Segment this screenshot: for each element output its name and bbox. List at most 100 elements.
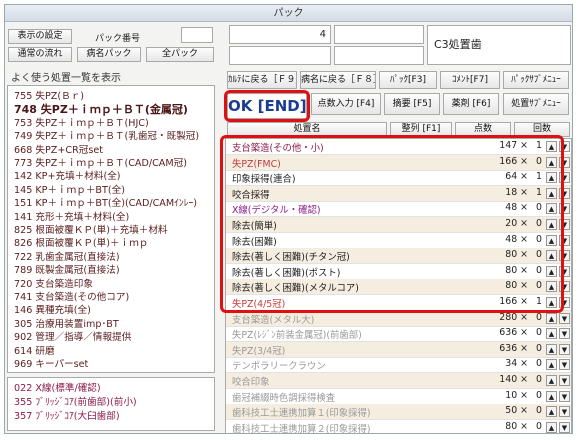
- table-row[interactable]: 歯冠補綴時色調採得検査 10 × 0 ▲ ▼: [226, 389, 571, 405]
- list-item[interactable]: 826 根面被覆ＫＰ(単)＋ｉｍｐ: [14, 235, 148, 249]
- table-row[interactable]: 失PZ(3/4冠) 636 × 0 ▲ ▼: [226, 341, 571, 358]
- list-item-code: 902: [14, 332, 36, 344]
- count-value[interactable]: 0: [532, 421, 542, 432]
- pack-submenu-button[interactable]: ﾊﾟｯｸｻﾌﾞﾒﾆｭｰ: [503, 71, 569, 89]
- decrement-button[interactable]: ▼: [559, 421, 570, 433]
- points-input-button[interactable]: 点数入力 [F4]: [311, 93, 381, 115]
- pack-number-input[interactable]: 4: [229, 25, 331, 44]
- treatment-name: 失PZ(3/4冠): [232, 345, 286, 357]
- decrement-button[interactable]: ▼: [559, 312, 570, 324]
- decrement-button[interactable]: ▼: [559, 390, 570, 402]
- list-item-name: 管理／指導／情報提供: [35, 332, 132, 344]
- list-item[interactable]: 789 既製金属冠(直接法): [14, 262, 120, 276]
- decrement-button[interactable]: ▼: [559, 328, 570, 340]
- increment-button[interactable]: ▲: [546, 375, 557, 386]
- list-header: よく使う処置一覧を表示: [11, 73, 121, 84]
- list-item[interactable]: 614 研磨: [14, 343, 55, 357]
- list-item-name: 既製金属冠(直接法): [35, 265, 120, 277]
- pack-number-label: パック番号: [95, 34, 141, 44]
- count-value[interactable]: 0: [532, 312, 542, 323]
- list-item-code: 722: [14, 251, 36, 263]
- pack-number-small-field[interactable]: [181, 27, 213, 43]
- back-to-chart-button[interactable]: ｶﾙﾃに戻る［Ｆ９］: [227, 71, 297, 89]
- normal-flow-button[interactable]: 通常の流れ: [8, 47, 72, 62]
- summary-f5-button[interactable]: 摘要 [F5]: [384, 93, 440, 115]
- table-row[interactable]: 歯科技工士連携加算２(印象採得) 80 × 0 ▲ ▼: [226, 420, 571, 433]
- pack-extra-field[interactable]: [229, 46, 331, 65]
- list-item[interactable]: 749 失PZ＋ｉｍｐ＋ＢＴ(乳歯冠・既製冠): [14, 128, 199, 142]
- pack-list-secondary: 022 X線(標準/確認) 355 ﾌﾞﾘｯｼﾞｺｱ(前歯部)(前小) 357 ﾌﾞ…: [7, 377, 215, 431]
- increment-button[interactable]: ▲: [546, 406, 557, 418]
- disease-pack-button[interactable]: 病名パック: [77, 47, 141, 62]
- table-row[interactable]: 失PZ(ﾚｼﾞﾝ前装金属冠)(前歯部) 636 × 0 ▲ ▼: [226, 326, 571, 343]
- pack-f3-button[interactable]: ﾊﾟｯｸ[F3]: [379, 71, 437, 89]
- increment-button[interactable]: ▲: [546, 421, 557, 433]
- decrement-button[interactable]: ▼: [559, 343, 570, 355]
- list-item[interactable]: 720 支台築造印象: [14, 276, 93, 290]
- list-item[interactable]: 146 異種充填(全): [14, 302, 91, 316]
- list-item-name: 失PZ＋ｉｍｐ＋ＢＴ(HJC): [35, 117, 149, 129]
- increment-button[interactable]: ▲: [546, 359, 557, 371]
- points-value: 636 ×: [499, 327, 528, 339]
- list-item-code: 146: [14, 305, 36, 317]
- table-row[interactable]: 咬合印象 140 × 0 ▲ ▼: [226, 373, 571, 389]
- points-value: 636 ×: [499, 342, 528, 354]
- list-item[interactable]: 755 失PZ(Ｂｒ): [14, 88, 84, 102]
- treatment-submenu-button[interactable]: 処置ｻﾌﾞﾒﾆｭｰ: [503, 93, 569, 115]
- list-item[interactable]: 355 ﾌﾞﾘｯｼﾞｺｱ(前歯部)(前小): [14, 394, 137, 408]
- decrement-button[interactable]: ▼: [559, 359, 570, 371]
- pack-code-field[interactable]: [334, 25, 424, 44]
- list-item[interactable]: 902 管理／指導／情報提供: [14, 329, 131, 343]
- back-to-disease-button[interactable]: 病名に戻る［Ｆ８］: [300, 71, 376, 89]
- increment-button[interactable]: ▲: [546, 312, 557, 324]
- count-value[interactable]: 0: [532, 343, 542, 354]
- comment-f7-button[interactable]: ｺﾒﾝﾄ[F7]: [440, 71, 500, 89]
- list-item[interactable]: 141 充形＋充填＋材料(全): [14, 209, 129, 223]
- list-item[interactable]: 741 支台築造(その他コア): [14, 289, 129, 303]
- list-item-code: 145: [14, 184, 36, 196]
- increment-button[interactable]: ▲: [546, 328, 557, 340]
- decrement-button[interactable]: ▼: [559, 406, 570, 418]
- increment-button[interactable]: ▲: [546, 390, 557, 402]
- list-item-code: 753: [14, 117, 36, 129]
- list-item[interactable]: 022 X線(標準/確認): [14, 380, 101, 394]
- count-value[interactable]: 0: [532, 358, 542, 369]
- list-item-name: KP+充填＋材料(全): [35, 171, 121, 183]
- list-item-code: 151: [14, 198, 36, 210]
- list-item[interactable]: 825 根面被覆ＫＰ(単)＋充填＋材料: [14, 222, 168, 236]
- drug-f6-button[interactable]: 薬剤 [F6]: [443, 93, 499, 115]
- count-value[interactable]: 0: [532, 374, 542, 385]
- decrement-button[interactable]: ▼: [559, 375, 570, 386]
- all-pack-button[interactable]: 全パック: [146, 47, 214, 62]
- table-row[interactable]: テンポラリークラウン 34 × 0 ▲ ▼: [226, 357, 571, 374]
- list-item[interactable]: 145 KP＋ｉｍｐ＋BT(全): [14, 182, 125, 196]
- list-item[interactable]: 722 乳歯金属冠(直接法): [14, 249, 120, 263]
- count-value[interactable]: 0: [532, 405, 542, 416]
- list-item-code: 614: [14, 345, 36, 357]
- count-value[interactable]: 0: [532, 327, 542, 338]
- list-item-code: 826: [14, 238, 36, 250]
- list-item-name: 研磨: [35, 345, 55, 357]
- points-value: 10 ×: [505, 389, 528, 401]
- count-value[interactable]: 0: [532, 390, 542, 401]
- increment-button[interactable]: ▲: [546, 343, 557, 355]
- list-item-name: 乳歯金属冠(直接法): [35, 251, 120, 263]
- pack-name-field[interactable]: C3処置歯: [427, 25, 571, 65]
- list-item[interactable]: 668 失PZ+CR冠set: [14, 142, 103, 156]
- list-item[interactable]: 142 KP+充填＋材料(全): [14, 168, 121, 182]
- list-item-code: 773: [14, 158, 36, 169]
- table-row[interactable]: 歯科技工士連携加算１(印象採得) 50 × 0 ▲ ▼: [226, 404, 571, 421]
- points-value: 34 ×: [505, 358, 528, 370]
- display-settings-button[interactable]: 表示の設定: [8, 29, 72, 44]
- list-item-name: キーパーset: [35, 359, 89, 370]
- points-value: 280 ×: [499, 311, 528, 323]
- list-item[interactable]: 305 治療用装置imp･BT: [14, 316, 119, 330]
- list-item[interactable]: 773 失PZ＋ｉｍｐ＋ＢＴ(CAD/CAM冠): [14, 155, 187, 169]
- list-item[interactable]: 151 KP＋ｉｍｐ＋BT(全)(CAD/CAMｲﾝﾚｰ): [14, 195, 197, 209]
- treatment-name: 歯科技工士連携加算１(印象採得): [232, 408, 371, 420]
- list-item[interactable]: 969 キーパーset: [14, 356, 88, 370]
- treatment-name: テンポラリークラウン: [232, 361, 326, 373]
- pack-extra-field-2[interactable]: [334, 46, 424, 65]
- list-item[interactable]: 357 ﾌﾞﾘｯｼﾞｺｱ(大臼歯部): [14, 408, 120, 422]
- list-item[interactable]: 753 失PZ＋ｉｍｐ＋ＢＴ(HJC): [14, 115, 149, 129]
